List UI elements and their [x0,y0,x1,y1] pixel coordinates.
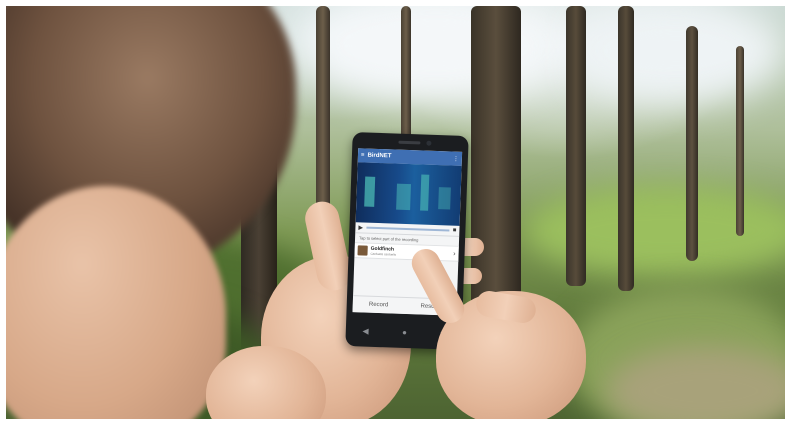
spectrogram[interactable] [355,162,462,226]
result-item[interactable]: Goldfinch Carduelis carduelis › [354,242,459,262]
chevron-right-icon[interactable]: › [453,250,456,257]
app-title: BirdNET [367,152,392,160]
tree-trunk [736,46,744,236]
playback-progress[interactable] [366,226,450,232]
spectrogram-band [438,187,451,210]
nav-record[interactable]: Record [369,302,389,309]
tree-trunk [566,6,586,286]
home-key-icon[interactable]: ● [402,327,407,336]
more-vert-icon[interactable]: ⋮ [453,155,459,162]
sky-light [566,6,785,106]
spectrogram-band [420,174,430,211]
meadow [526,186,785,276]
play-icon[interactable]: ▶ [358,224,363,231]
spectrogram-band [396,183,411,211]
forest-photo: ≡ BirdNET ⋮ ▶ ■ Tap to select part of th… [6,6,785,419]
tree-trunk [686,26,698,261]
tree-trunk [618,6,634,291]
bird-thumbnail [357,245,368,256]
hamburger-icon[interactable]: ≡ [361,152,365,158]
spectrogram-band [364,176,376,207]
tree-trunk [471,6,521,306]
front-camera [426,140,432,146]
stop-icon[interactable]: ■ [453,228,457,234]
sky-light [306,6,566,106]
back-key-icon[interactable]: ◀ [362,326,368,335]
earpiece [398,140,421,145]
tree-trunk [316,6,330,226]
